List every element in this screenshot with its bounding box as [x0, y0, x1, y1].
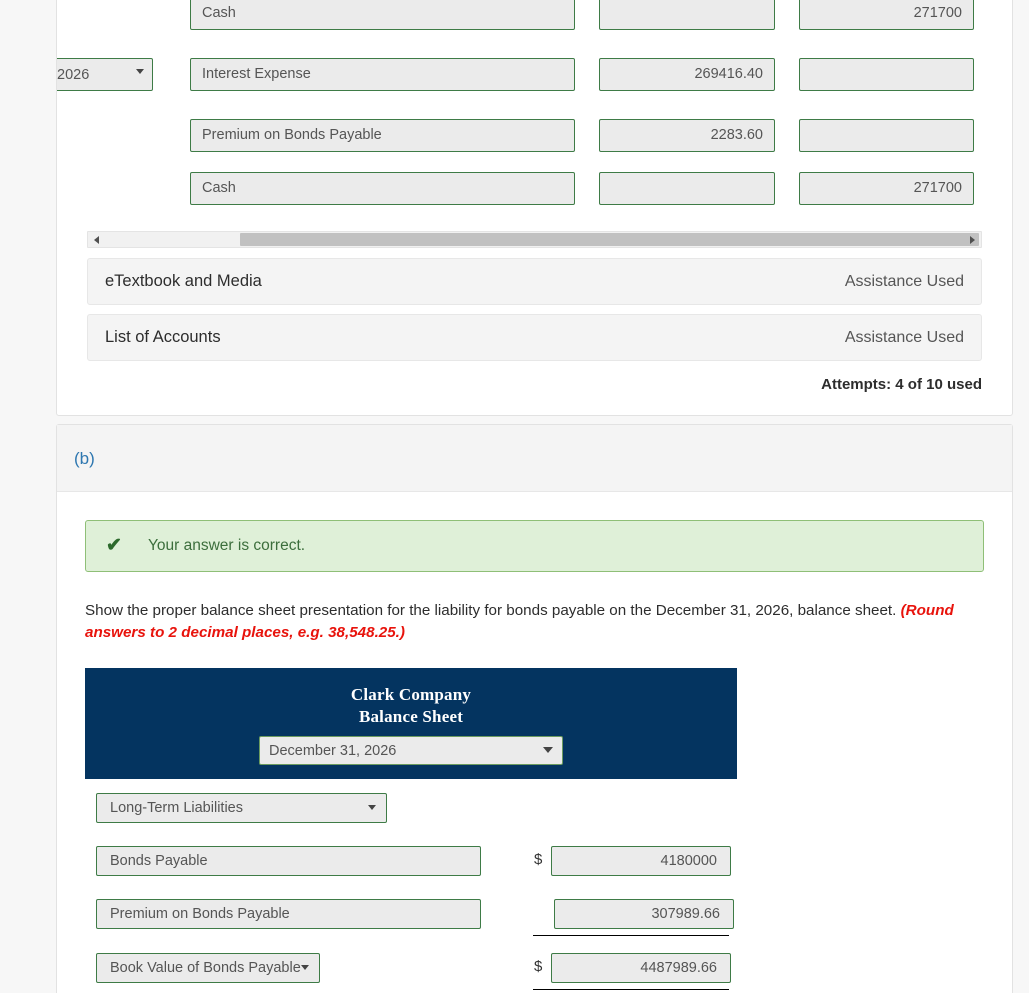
- company-name: Clark Company: [350, 685, 472, 704]
- prompt-main-text: Show the proper balance sheet presentati…: [85, 602, 901, 619]
- book-value-amount-field[interactable]: 4487989.66: [551, 953, 731, 983]
- balance-sheet-date-wrap: December 31, 2026: [259, 736, 563, 765]
- chevron-right-icon[interactable]: [970, 236, 975, 244]
- list-of-accounts-row[interactable]: List of Accounts Assistance Used: [87, 314, 982, 361]
- table-row: Cash 271700: [57, 172, 1012, 208]
- horizontal-scrollbar[interactable]: [87, 231, 982, 248]
- journal-entry-area: Cash 271700 , 2026 Interest Expense 2694…: [57, 0, 1012, 236]
- total-rule-top: [533, 989, 729, 990]
- journal-debit-field[interactable]: [599, 0, 775, 30]
- journal-debit-field[interactable]: [599, 172, 775, 205]
- scrollbar-thumb[interactable]: [240, 233, 979, 246]
- bonds-payable-amount-field[interactable]: 4180000: [551, 846, 731, 876]
- journal-credit-field[interactable]: 271700: [799, 172, 974, 205]
- etextbook-and-media-label: eTextbook and Media: [105, 272, 262, 290]
- balance-sheet-date-select[interactable]: December 31, 2026: [259, 736, 563, 765]
- statement-title: Balance Sheet: [358, 707, 464, 726]
- balance-sheet-rows: Long-Term Liabilities Bonds Payable $ 41…: [85, 793, 984, 993]
- premium-on-bonds-payable-label-field[interactable]: Premium on Bonds Payable: [96, 899, 481, 929]
- journal-credit-field[interactable]: 271700: [799, 0, 974, 30]
- question-prompt: Show the proper balance sheet presentati…: [85, 600, 973, 644]
- journal-account-field[interactable]: Interest Expense: [190, 58, 575, 91]
- table-row: Premium on Bonds Payable 2283.60: [57, 119, 1012, 155]
- part-b-body: ✔ Your answer is correct. Show the prope…: [57, 492, 1012, 993]
- journal-date-select[interactable]: , 2026: [57, 58, 153, 91]
- premium-on-bonds-payable-amount-field[interactable]: 307989.66: [554, 899, 734, 929]
- journal-account-field[interactable]: Cash: [190, 172, 575, 205]
- balance-sheet: Clark Company Balance Sheet December 31,…: [85, 668, 984, 993]
- bonds-payable-label-field[interactable]: Bonds Payable: [96, 846, 481, 876]
- page-root: Cash 271700 , 2026 Interest Expense 2694…: [0, 0, 1029, 993]
- book-value-select-wrap: Book Value of Bonds Payable: [96, 953, 320, 983]
- section-select[interactable]: Long-Term Liabilities: [96, 793, 387, 823]
- journal-credit-field[interactable]: [799, 119, 974, 152]
- list-of-accounts-label: List of Accounts: [105, 328, 221, 346]
- book-value-select[interactable]: Book Value of Bonds Payable: [96, 953, 320, 983]
- balance-sheet-header: Clark Company Balance Sheet December 31,…: [85, 668, 737, 779]
- journal-date-cell: , 2026: [57, 58, 153, 91]
- question-a-card: Cash 271700 , 2026 Interest Expense 2694…: [56, 0, 1013, 416]
- etextbook-and-media-row[interactable]: eTextbook and Media Assistance Used: [87, 258, 982, 305]
- part-b-header: (b): [57, 425, 1012, 492]
- assistance-used-status: Assistance Used: [844, 273, 964, 290]
- journal-debit-field[interactable]: 269416.40: [599, 58, 775, 91]
- section-select-wrap: Long-Term Liabilities: [96, 793, 387, 823]
- dollar-sign: $: [534, 958, 543, 975]
- journal-credit-field[interactable]: [799, 58, 974, 91]
- dollar-sign: $: [534, 851, 543, 868]
- table-row: , 2026 Interest Expense 269416.40: [57, 58, 1012, 94]
- table-row: Cash 271700: [57, 0, 1012, 33]
- subtotal-rule: [533, 935, 729, 936]
- journal-account-field[interactable]: Cash: [190, 0, 575, 30]
- assistance-used-status: Assistance Used: [844, 329, 964, 346]
- journal-account-field[interactable]: Premium on Bonds Payable: [190, 119, 575, 152]
- question-b-card: (b) ✔ Your answer is correct. Show the p…: [56, 424, 1013, 993]
- chevron-left-icon[interactable]: [94, 236, 99, 244]
- attempts-counter: Attempts: 4 of 10 used: [821, 376, 982, 393]
- check-icon: ✔: [106, 535, 122, 556]
- alert-text: Your answer is correct.: [148, 537, 306, 554]
- journal-debit-field[interactable]: 2283.60: [599, 119, 775, 152]
- status-badge: ✔ Your answer is correct.: [85, 520, 984, 572]
